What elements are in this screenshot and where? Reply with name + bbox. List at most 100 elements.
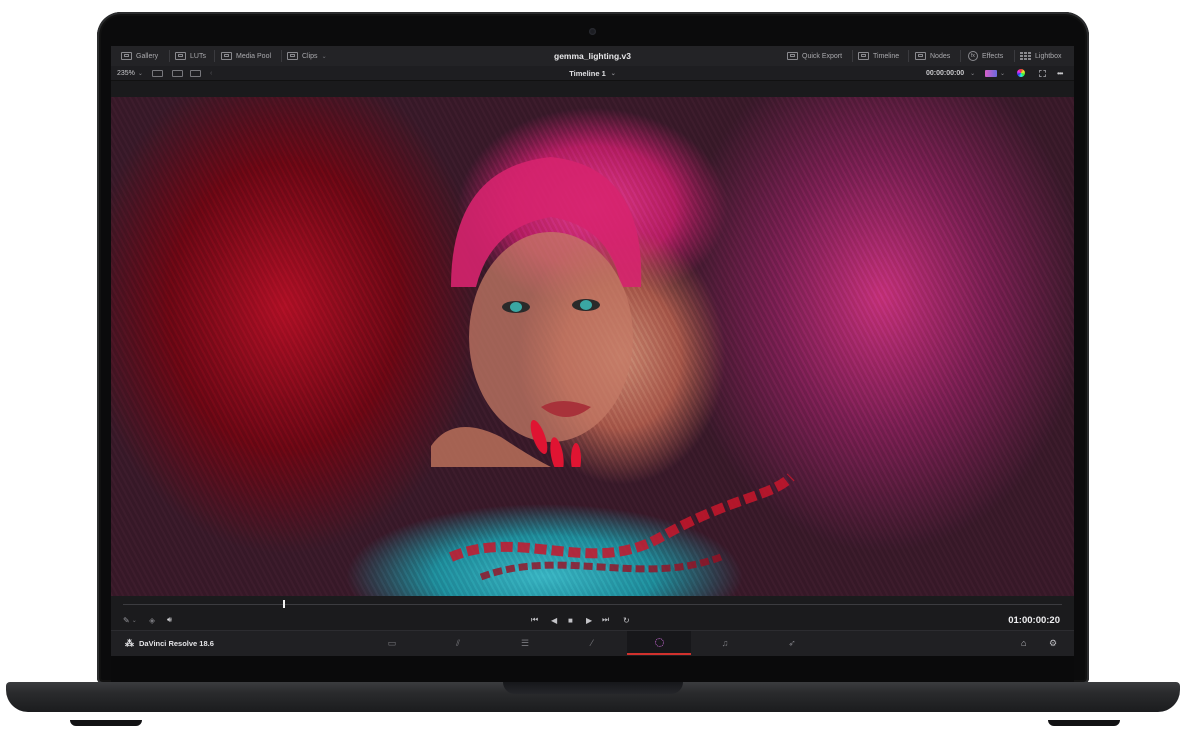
media-page-icon: ▭ [387,637,397,648]
project-title: gemma_lighting.v3 [554,51,631,61]
davinci-logo-icon: ⁂ [125,637,134,648]
timecode-value: 00:00:00:00 [926,69,965,77]
chevron-left-icon[interactable]: ‹ [210,70,212,77]
clips-button[interactable]: Clips ⌄ [287,46,327,66]
quick-export-label: Quick Export [802,52,843,60]
timeline-label: Timeline [873,52,900,60]
play-reverse-icon: ◀︎ [551,615,558,625]
transport-bar: ✎ ⌄ ◈ 🔊︎ ⏮︎ ◀︎ ■ ▶︎ ⏭︎ ↻ 01:00:00:20 [111,610,1074,630]
video-viewer[interactable] [111,97,1074,596]
skip-forward-icon: ⏭︎ [602,615,610,624]
play-button[interactable]: ▶︎ [586,610,592,630]
loop-icon: ↻ [623,615,630,625]
edit-page-icon: ☰ [520,637,530,648]
effects-label: Effects [982,52,1004,60]
settings-button[interactable]: ⚙ [1049,631,1057,655]
timeline-button[interactable]: Timeline [858,46,899,66]
fullscreen-icon[interactable] [1039,66,1046,80]
timecode-dropdown[interactable]: 00:00:00:00 ⌄ [926,66,975,80]
page-deliver-button[interactable]: ➶ [772,631,812,655]
page-edit-button[interactable]: ☰ [505,631,545,655]
luts-label: LUTs [190,52,206,60]
nodes-label: Nodes [930,52,951,60]
single-viewer-icon[interactable] [152,69,163,77]
home-icon: ⌂ [1021,638,1027,648]
scrubber-track [123,604,1062,605]
chevron-down-icon: ⌄ [131,617,137,624]
timeline-name[interactable]: Timeline 1 [569,69,606,78]
app-name: DaVinci Resolve 18.6 [139,638,214,648]
view-mode-buttons: ‹ [152,66,212,80]
layers-icon[interactable]: ◈ [149,610,155,630]
fusion-page-icon: ⁄ [591,638,593,648]
gallery-icon [121,52,132,60]
quick-export-icon [787,52,798,60]
chevron-down-icon: ⌄ [970,70,976,77]
viewer-toolbar: 235% ⌄ ‹ Timeline 1 ⌄ 00:00:00:00 ⌄ ⌄ •• [111,66,1074,81]
portrait-figure [431,157,642,467]
page-media-button[interactable]: ▭ [372,631,412,655]
more-options-button[interactable]: ••• [1057,66,1063,80]
media-pool-button[interactable]: Media Pool [221,46,271,66]
page-fairlight-button[interactable]: ♫ [705,631,745,655]
laptop-foot-left [70,720,142,726]
page-cut-button[interactable]: ⫽ [438,631,478,655]
color-page-icon [654,637,664,647]
lightbox-icon [1020,52,1031,60]
volume-icon[interactable]: 🔊︎ [167,610,172,630]
fairlight-page-icon: ♫ [721,638,729,648]
loop-button[interactable]: ↻ [623,610,630,630]
laptop-foot-right [1048,720,1120,726]
page-fusion-button[interactable]: ⁄ [572,631,612,655]
go-to-end-button[interactable]: ⏭︎ [602,610,609,630]
quick-export-button[interactable]: Quick Export [787,46,842,66]
stop-button[interactable]: ■ [568,610,573,630]
chevron-down-icon: ⌄ [1000,70,1006,77]
gallery-label: Gallery [136,52,159,60]
play-icon: ▶︎ [586,615,593,625]
top-toolbar: Gallery LUTs Media Pool Clips ⌄ gemma_li… [111,46,1074,67]
split-viewer-icon[interactable] [172,69,183,77]
viewer-options[interactable]: ⌄ [985,66,1005,80]
play-reverse-button[interactable]: ◀︎ [551,610,557,630]
page-navigation-bar: ⁂ DaVinci Resolve 18.6 ▭ ⫽ ☰ ⁄ ♫ ➶ ⌂ ⚙ [111,630,1074,656]
zoom-dropdown[interactable]: 235% ⌄ [117,66,143,80]
effects-button[interactable]: fx Effects [968,46,1003,66]
chevron-down-icon: ⌄ [137,70,143,77]
lightbox-label: Lightbox [1035,52,1062,60]
chain-necklace-image [449,473,795,581]
timeline-scrubber[interactable] [111,596,1074,610]
zoom-value: 235% [117,69,135,77]
go-to-start-button[interactable]: ⏮︎ [531,610,538,630]
eyedropper-tool[interactable]: ✎ ⌄ [123,610,137,630]
deliver-page-icon: ➶ [788,637,796,648]
luts-button[interactable]: LUTs [175,46,206,66]
laptop-notch [503,682,683,694]
gallery-button[interactable]: Gallery [121,46,158,66]
viewer-mode-icon [985,69,997,77]
more-icon: ••• [1057,68,1063,78]
effects-icon: fx [968,51,978,61]
screen: Gallery LUTs Media Pool Clips ⌄ gemma_li… [111,46,1074,656]
skip-back-icon: ⏮︎ [531,615,539,624]
media-pool-icon [221,52,232,60]
chevron-down-icon[interactable]: ⌄ [611,70,616,77]
cut-page-icon: ⫽ [455,637,460,648]
page-color-button[interactable] [627,631,691,655]
color-wheel-icon[interactable] [1017,66,1025,80]
nodes-button[interactable]: Nodes [915,46,950,66]
nodes-icon [915,52,926,60]
camera-icon [589,28,596,35]
lightbox-button[interactable]: Lightbox [1020,46,1061,66]
playhead[interactable] [282,600,285,608]
current-timecode: 01:00:00:20 [1008,614,1060,626]
media-pool-label: Media Pool [236,52,272,60]
viewer-padding [111,81,1074,97]
clips-icon [287,52,298,60]
stop-icon: ■ [568,615,573,625]
home-button[interactable]: ⌂ [1021,631,1026,655]
luts-icon [175,52,186,60]
screen-bezel [111,656,1074,682]
wipe-viewer-icon[interactable] [190,69,201,77]
chevron-down-icon: ⌄ [321,53,327,60]
